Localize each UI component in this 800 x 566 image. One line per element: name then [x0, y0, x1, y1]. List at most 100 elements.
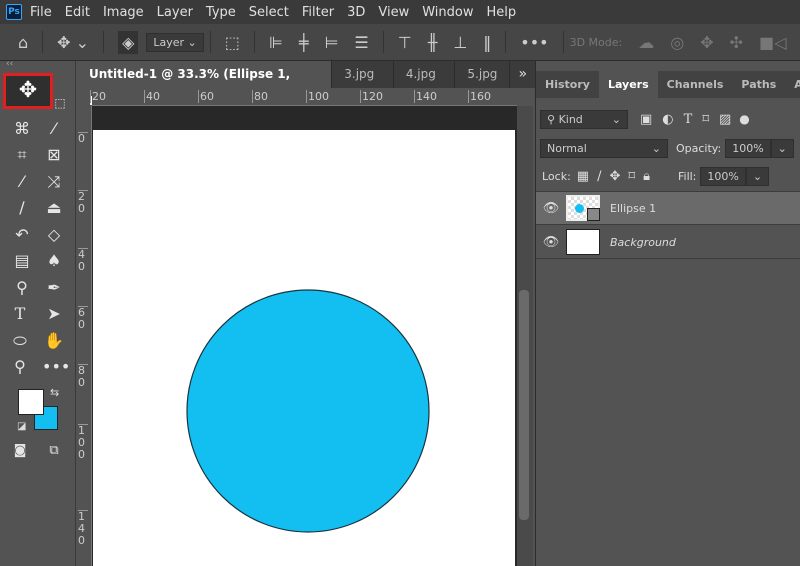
pixel-filter-icon[interactable]: ▣	[640, 112, 652, 127]
type-tool-icon[interactable]: T	[8, 302, 32, 326]
magic-wand-tool-icon[interactable]: ⁄	[42, 117, 66, 141]
hand-tool-icon[interactable]: ✋	[42, 329, 66, 353]
tab-history[interactable]: History	[536, 71, 599, 98]
shape-layer-icon	[587, 208, 600, 221]
filter-kind-dropdown[interactable]: ⚲ Kind ⌄	[540, 109, 628, 129]
fill-dropdown[interactable]: ⌄	[745, 166, 770, 186]
scrollbar-thumb[interactable]	[519, 290, 529, 520]
tools-panel: ‹‹ ✥ ⬚ ⌘ ⁄ ⌗ ⊠ ⁄ ⤨ ∕ ⏏ ↶ ◇ ▤ ♠ ⚲ ✒ T ➤ ⬭…	[0, 59, 76, 566]
adjustment-filter-icon[interactable]: ◐	[662, 112, 673, 127]
align-right-icon[interactable]: ⊨	[324, 33, 338, 52]
tab-untitled-1[interactable]: Untitled-1 @ 33.3% (Ellipse 1, RGB/8) * …	[77, 61, 333, 108]
lock-artboard-icon[interactable]: ⌑	[628, 169, 635, 184]
zoom-tool-icon[interactable]: ⚲	[8, 355, 32, 379]
stamp-tool-icon[interactable]: ⏏	[42, 196, 66, 220]
collapse-toolbar-button[interactable]: ‹‹	[6, 59, 13, 69]
tab-label: 5.jpg	[467, 67, 498, 81]
visibility-eye-icon[interactable]: 👁︎	[536, 235, 566, 250]
eyedropper-tool-icon[interactable]: ⁄	[10, 170, 34, 194]
align-middle-icon[interactable]: ╫	[428, 33, 438, 52]
tab-actions[interactable]: Actions	[785, 71, 800, 98]
lasso-tool-icon[interactable]: ⌘	[10, 117, 34, 141]
ellipse-tool-icon[interactable]: ⬭	[8, 329, 32, 353]
shape-filter-icon[interactable]: ⌑	[702, 112, 709, 127]
layer-name[interactable]: Ellipse 1	[610, 202, 656, 215]
type-filter-icon[interactable]: T	[684, 112, 693, 127]
tabs-overflow-button[interactable]: »	[510, 61, 535, 88]
menu-layer[interactable]: Layer	[157, 5, 193, 20]
menu-select[interactable]: Select	[249, 5, 289, 20]
align-top-icon[interactable]: ⊤	[398, 33, 412, 52]
pen-tool-icon[interactable]: ✒	[42, 276, 66, 300]
screen-mode-icon[interactable]: ⧉	[42, 439, 66, 463]
fill-input[interactable]: 100%	[700, 166, 746, 186]
opacity-dropdown[interactable]: ⌄	[770, 138, 794, 158]
align-center-icon[interactable]: ╪	[299, 33, 309, 52]
auto-select-icon[interactable]: ◈	[118, 30, 139, 54]
3d-roll-icon[interactable]: ◎	[670, 33, 684, 52]
smart-object-filter-icon[interactable]: ▨	[719, 112, 731, 127]
home-icon[interactable]: ⌂	[18, 33, 28, 52]
menu-image[interactable]: Image	[103, 5, 144, 20]
lock-position-icon[interactable]: ✥	[609, 169, 620, 184]
blend-mode-value: Normal	[547, 141, 587, 155]
blur-tool-icon[interactable]: ♠	[42, 249, 66, 273]
menu-type[interactable]: Type	[206, 5, 236, 20]
align-bottom-icon[interactable]: ⊥	[453, 33, 467, 52]
swap-colors-icon[interactable]: ⇆	[50, 386, 59, 399]
marquee-tool-icon[interactable]: ⬚	[48, 91, 72, 115]
lock-image-icon[interactable]: ∕	[597, 169, 601, 184]
menu-filter[interactable]: Filter	[302, 5, 334, 20]
divider	[253, 31, 255, 53]
blend-mode-dropdown[interactable]: Normal ⌄	[540, 138, 668, 158]
visibility-eye-icon[interactable]: 👁︎	[536, 201, 566, 216]
move-tool-preset-icon[interactable]: ✥ ⌄	[57, 33, 89, 52]
opacity-input[interactable]: 100%	[725, 138, 771, 158]
eraser-tool-icon[interactable]: ◇	[42, 223, 66, 247]
path-selection-tool-icon[interactable]: ➤	[42, 302, 66, 326]
default-colors-icon[interactable]: ◪	[17, 421, 26, 432]
3d-camera-icon[interactable]: ■◁	[759, 33, 786, 52]
menu-help[interactable]: Help	[487, 5, 517, 20]
frame-tool-icon[interactable]: ⊠	[42, 143, 66, 167]
tab-channels[interactable]: Channels	[658, 71, 733, 98]
filter-toggle[interactable]: ●	[739, 112, 749, 126]
foreground-color-swatch[interactable]	[18, 389, 44, 415]
menu-edit[interactable]: Edit	[65, 5, 90, 20]
align-left-icon[interactable]: ⊫	[269, 33, 283, 52]
move-tool[interactable]: ✥	[3, 73, 53, 109]
history-brush-tool-icon[interactable]: ↶	[10, 223, 34, 247]
distribute-icon[interactable]: ☰	[354, 33, 368, 52]
ellipse-shape[interactable]	[185, 288, 431, 534]
menu-window[interactable]: Window	[422, 5, 473, 20]
layer-row-ellipse-1[interactable]: 👁︎ Ellipse 1	[536, 192, 800, 225]
tab-3-jpg[interactable]: 3.jpg ×	[332, 61, 394, 108]
layer-row-background[interactable]: 👁︎ Background	[536, 226, 800, 259]
healing-tool-icon[interactable]: ⤨	[42, 170, 66, 194]
ruler-tick-label: 160	[468, 90, 491, 103]
menu-view[interactable]: View	[378, 5, 409, 20]
3d-orbit-icon[interactable]: ☁	[638, 33, 654, 52]
quick-mask-icon[interactable]: ◙	[8, 439, 32, 463]
tab-layers[interactable]: Layers	[598, 71, 658, 98]
layer-name[interactable]: Background	[610, 236, 676, 249]
dodge-tool-icon[interactable]: ⚲	[10, 276, 34, 300]
gradient-tool-icon[interactable]: ▤	[10, 249, 34, 273]
3d-pan-icon[interactable]: ✥	[700, 33, 713, 52]
more-tools-icon[interactable]: •••	[42, 355, 70, 379]
more-options-button[interactable]: •••	[520, 33, 548, 52]
lock-pixels-icon[interactable]: ▦	[577, 169, 589, 184]
menu-3d[interactable]: 3D	[347, 5, 365, 20]
menu-file[interactable]: File	[30, 5, 52, 20]
tab-paths[interactable]: Paths	[732, 71, 785, 98]
brush-tool-icon[interactable]: ∕	[10, 196, 34, 220]
3d-slide-icon[interactable]: ✣	[730, 33, 743, 52]
distribute-vertical-icon[interactable]: ‖	[483, 33, 491, 52]
transform-controls-icon[interactable]: ⬚	[225, 33, 240, 52]
tab-4-jpg[interactable]: 4.jpg ×	[394, 61, 456, 108]
lock-all-icon[interactable]: 🔒︎	[643, 169, 650, 184]
3d-mode-label: 3D Mode:	[569, 35, 623, 49]
tab-5-jpg[interactable]: 5.jpg	[455, 61, 511, 88]
auto-select-dropdown[interactable]: Layer ⌄	[146, 32, 204, 52]
crop-tool-icon[interactable]: ⌗	[10, 143, 34, 167]
